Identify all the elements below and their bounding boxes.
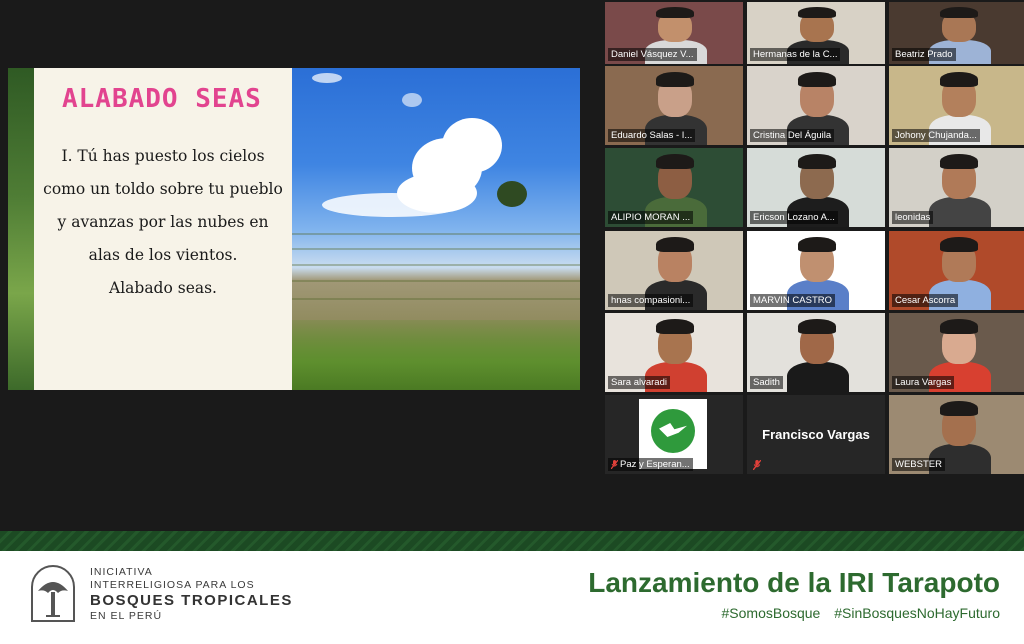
hashtags: #SomosBosque #SinBosquesNoHayFuturo <box>712 605 1001 621</box>
event-title: Lanzamiento de la IRI Tarapoto <box>588 567 1000 598</box>
participant-tile[interactable]: Sara alvaradi <box>605 313 743 392</box>
participant-name-label: Cristina Del Águila <box>750 129 835 142</box>
participant-name: hnas compasioni... <box>611 295 691 306</box>
participant-name: Paz y Esperan... <box>620 459 690 470</box>
participant-name-label: Cesar Ascorra <box>892 294 959 307</box>
hashtag: #SinBosquesNoHayFuturo <box>834 605 1000 621</box>
participant-name-label: Laura Vargas <box>892 376 955 389</box>
participant-name: Johony Chujanda... <box>895 130 977 141</box>
participant-name: Beatriz Prado <box>895 49 953 60</box>
banner-pattern-stripe <box>0 531 1024 551</box>
participant-name: MARVIN CASTRO <box>753 295 833 306</box>
participant-name: Eduardo Salas - I... <box>611 130 693 141</box>
slide-verse: I. Tú has puesto los cielos como un told… <box>34 140 292 305</box>
participant-name: Sara alvaradi <box>611 377 667 388</box>
participant-name-label: Sadith <box>750 376 783 389</box>
participant-display-name: Francisco Vargas <box>762 427 870 442</box>
participant-tile[interactable]: Johony Chujanda... <box>889 66 1024 145</box>
slide-title: ALABADO SEAS <box>62 84 262 114</box>
participant-name-label: Eduardo Salas - I... <box>608 129 696 142</box>
participant-tile[interactable]: Daniel Vásquez V... <box>605 2 743 64</box>
participant-tile[interactable]: Laura Vargas <box>889 313 1024 392</box>
muted-microphone-icon <box>753 460 761 470</box>
slide-leaf-border <box>8 68 34 390</box>
participant-name-label: Daniel Vásquez V... <box>608 48 697 61</box>
participant-tile[interactable]: MARVIN CASTRO <box>747 231 885 310</box>
organization-name: INICIATIVA INTERRELIGIOSA PARA LOS BOSQU… <box>90 566 293 623</box>
participant-tile[interactable]: Ericson Lozano A... <box>747 148 885 227</box>
participant-name: Laura Vargas <box>895 377 952 388</box>
verse-line: y avanzas por las nubes en <box>57 213 269 231</box>
participant-tile[interactable]: Eduardo Salas - I... <box>605 66 743 145</box>
verse-line: I. Tú has puesto los cielos <box>61 147 265 165</box>
participant-name: Cristina Del Águila <box>753 130 832 141</box>
hashtag: #SomosBosque <box>721 605 821 621</box>
participant-name: WEBSTER <box>895 459 942 470</box>
slide-text-panel: ALABADO SEAS I. Tú has puesto los cielos… <box>34 68 292 390</box>
participant-name: Ericson Lozano A... <box>753 212 835 223</box>
verse-line: Alabado seas. <box>109 279 217 297</box>
verse-line: alas de los vientos. <box>88 246 238 264</box>
participant-tile[interactable]: Sadith <box>747 313 885 392</box>
participant-name-label: ALIPIO MORAN ... <box>608 211 694 224</box>
participant-tile[interactable]: ALIPIO MORAN ... <box>605 148 743 227</box>
org-line: INICIATIVA <box>90 566 153 578</box>
participant-tile[interactable]: Cesar Ascorra <box>889 231 1024 310</box>
shared-screen-slide: ALABADO SEAS I. Tú has puesto los cielos… <box>8 68 580 390</box>
participant-name: ALIPIO MORAN ... <box>611 212 691 223</box>
participant-tile[interactable]: Francisco Vargas <box>747 395 885 474</box>
participant-tile[interactable]: Cristina Del Águila <box>747 66 885 145</box>
muted-microphone-icon <box>611 460 618 469</box>
participant-tile[interactable]: WEBSTER <box>889 395 1024 474</box>
sky-field-photo <box>292 68 580 390</box>
meeting-stage: ALABADO SEAS I. Tú has puesto los cielos… <box>0 0 1024 531</box>
participant-name-label: Ericson Lozano A... <box>750 211 838 224</box>
org-line: INTERRELIGIOSA PARA LOS <box>90 579 255 591</box>
participant-name: Daniel Vásquez V... <box>611 49 694 60</box>
participant-name-label: Beatriz Prado <box>892 48 956 61</box>
participant-tile[interactable]: Hermanas de la C... <box>747 2 885 64</box>
participant-name-label: Johony Chujanda... <box>892 129 980 142</box>
participant-video: Francisco Vargas <box>747 395 885 474</box>
participant-tile[interactable]: Beatriz Prado <box>889 2 1024 64</box>
org-line: BOSQUES TROPICALES <box>90 592 293 609</box>
participant-tile[interactable]: leonidas <box>889 148 1024 227</box>
participant-tile[interactable]: hnas compasioni... <box>605 231 743 310</box>
participant-tile[interactable]: Paz y Esperan... <box>605 395 743 474</box>
participant-name-label: Paz y Esperan... <box>608 458 693 471</box>
participant-name-label: Hermanas de la C... <box>750 48 841 61</box>
participant-name: Sadith <box>753 377 780 388</box>
tree-logo-icon <box>31 565 75 622</box>
participant-name-label: leonidas <box>892 211 934 224</box>
participant-name-label: Sara alvaradi <box>608 376 670 389</box>
participant-name: Hermanas de la C... <box>753 49 838 60</box>
verse-line: como un toldo sobre tu pueblo <box>43 180 283 198</box>
participant-name: Cesar Ascorra <box>895 295 956 306</box>
participant-name-label: WEBSTER <box>892 458 945 471</box>
org-line: EN EL PERÚ <box>90 610 163 622</box>
participant-name: leonidas <box>895 212 931 223</box>
participant-name-label: hnas compasioni... <box>608 294 694 307</box>
participant-name-label: MARVIN CASTRO <box>750 294 836 307</box>
